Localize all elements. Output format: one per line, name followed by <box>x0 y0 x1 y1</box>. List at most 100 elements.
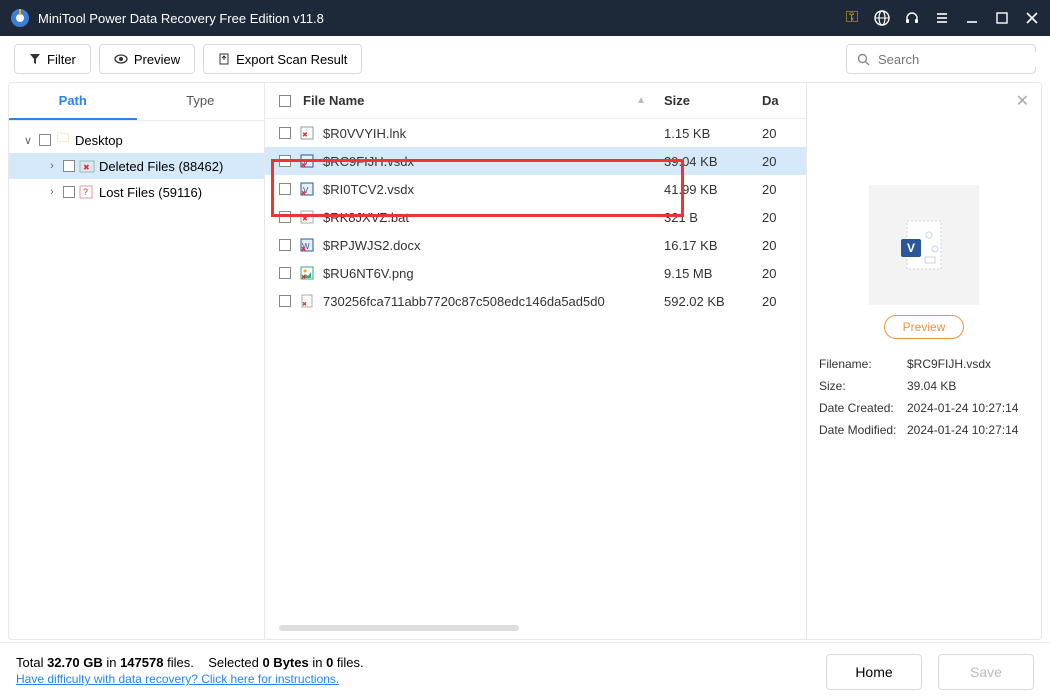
meta-modified-key: Date Modified: <box>819 423 907 437</box>
svg-text:✖: ✖ <box>301 246 306 252</box>
meta-modified-value: 2024-01-24 10:27:14 <box>907 423 1029 437</box>
eye-icon <box>114 53 128 65</box>
checkbox[interactable] <box>279 267 291 279</box>
file-size: 41.99 KB <box>664 182 762 197</box>
svg-text:?: ? <box>83 187 88 197</box>
column-date[interactable]: Da <box>762 93 792 108</box>
tree: ∨ 🗀 Desktop › ✖ Deleted Files (88462) › … <box>9 121 264 211</box>
tree-label: Lost Files (59116) <box>99 185 202 200</box>
search-input[interactable] <box>846 44 1036 74</box>
export-icon <box>218 53 230 65</box>
horizontal-scrollbar[interactable] <box>279 625 792 633</box>
toolbar: Filter Preview Export Scan Result <box>0 36 1050 82</box>
table-row[interactable]: ✖$RK8JXVZ.bat321 B20 <box>265 203 806 231</box>
svg-text:✖: ✖ <box>301 190 306 196</box>
checkbox[interactable] <box>279 295 291 307</box>
tree-label: Desktop <box>75 133 123 148</box>
maximize-icon[interactable] <box>994 10 1010 26</box>
file-name: $RPJWJS2.docx <box>323 238 421 253</box>
window-title: MiniTool Power Data Recovery Free Editio… <box>38 11 844 26</box>
checkbox[interactable] <box>39 134 51 146</box>
status-text: Total 32.70 GB in 147578 files. Selected… <box>16 655 364 670</box>
preview-button[interactable]: Preview <box>99 44 195 74</box>
tree-node-deleted[interactable]: › ✖ Deleted Files (88462) <box>9 153 264 179</box>
preview-panel: ✕ V Preview Filename:$RC9FIJH.vsdx Size:… <box>807 83 1041 639</box>
save-button[interactable]: Save <box>938 654 1034 690</box>
file-size: 321 B <box>664 210 762 225</box>
footer: Total 32.70 GB in 147578 files. Selected… <box>0 642 1050 700</box>
tree-node-desktop[interactable]: ∨ 🗀 Desktop <box>9 127 264 153</box>
close-icon[interactable] <box>1024 10 1040 26</box>
lost-folder-icon: ? <box>79 184 95 200</box>
table-row[interactable]: W✖$RPJWJS2.docx16.17 KB20 <box>265 231 806 259</box>
export-button[interactable]: Export Scan Result <box>203 44 362 74</box>
meta-created-value: 2024-01-24 10:27:14 <box>907 401 1029 415</box>
table-row[interactable]: ✖ $RU6NT6V.png 9.15 MB20 <box>265 259 806 287</box>
checkbox[interactable] <box>279 155 291 167</box>
preview-file-button[interactable]: Preview <box>884 315 965 339</box>
chevron-right-icon[interactable]: › <box>45 186 59 198</box>
svg-text:V: V <box>907 241 915 255</box>
sort-indicator-icon[interactable]: ▲ <box>636 95 646 106</box>
close-preview-icon[interactable]: ✕ <box>1016 91 1029 111</box>
table-row[interactable]: ✖730256fca711abb7720c87c508edc146da5ad5d… <box>265 287 806 315</box>
checkbox[interactable] <box>279 127 291 139</box>
file-date: 20 <box>762 182 792 197</box>
home-button[interactable]: Home <box>826 654 922 690</box>
headset-icon[interactable] <box>904 10 920 26</box>
file-size: 16.17 KB <box>664 238 762 253</box>
meta-size-value: 39.04 KB <box>907 379 1029 393</box>
column-size[interactable]: Size <box>664 93 762 108</box>
help-link[interactable]: Have difficulty with data recovery? Clic… <box>16 672 339 686</box>
checkbox[interactable] <box>63 160 75 172</box>
table-row[interactable]: V✖ $RI0TCV2.vsdx 41.99 KB20 <box>265 175 806 203</box>
funnel-icon <box>29 53 41 65</box>
column-name[interactable]: File Name <box>303 93 364 108</box>
tree-node-lost[interactable]: › ? Lost Files (59116) <box>9 179 264 205</box>
file-date: 20 <box>762 126 792 141</box>
file-date: 20 <box>762 154 792 169</box>
file-type-icon: V✖ <box>299 181 315 197</box>
file-name: $R0VVYIH.lnk <box>323 126 406 141</box>
globe-icon[interactable] <box>874 10 890 26</box>
file-size: 9.15 MB <box>664 266 762 281</box>
filter-label: Filter <box>47 52 76 67</box>
table-row[interactable]: ✖$R0VVYIH.lnk1.15 KB20 <box>265 119 806 147</box>
tab-path[interactable]: Path <box>9 83 137 120</box>
tree-label: Deleted Files (88462) <box>99 159 223 174</box>
svg-text:✖: ✖ <box>83 163 90 172</box>
file-date: 20 <box>762 238 792 253</box>
file-type-icon: ✖ <box>299 125 315 141</box>
checkbox[interactable] <box>63 186 75 198</box>
minimize-icon[interactable] <box>964 10 980 26</box>
preview-thumbnail: V <box>869 185 979 305</box>
checkbox[interactable] <box>279 211 291 223</box>
chevron-down-icon[interactable]: ∨ <box>21 134 35 147</box>
checkbox[interactable] <box>279 239 291 251</box>
preview-label: Preview <box>134 52 180 67</box>
folder-icon: 🗀 <box>55 132 71 148</box>
svg-text:✖: ✖ <box>302 301 307 308</box>
sidebar: Path Type ∨ 🗀 Desktop › ✖ Deleted Files … <box>9 83 265 639</box>
tab-type[interactable]: Type <box>137 83 265 120</box>
checkbox[interactable] <box>279 183 291 195</box>
filter-button[interactable]: Filter <box>14 44 91 74</box>
file-type-icon: ✖ <box>299 265 315 281</box>
meta-filename-value: $RC9FIJH.vsdx <box>907 357 1029 371</box>
svg-text:✖: ✖ <box>301 162 306 168</box>
select-all-checkbox[interactable] <box>279 95 291 107</box>
file-date: 20 <box>762 266 792 281</box>
key-icon[interactable]: ⚿ <box>844 10 860 26</box>
export-label: Export Scan Result <box>236 52 347 67</box>
file-name: $RU6NT6V.png <box>323 266 414 281</box>
search-field[interactable] <box>878 52 1050 67</box>
deleted-folder-icon: ✖ <box>79 158 95 174</box>
chevron-right-icon[interactable]: › <box>45 160 59 172</box>
file-date: 20 <box>762 294 792 309</box>
table-row[interactable]: V✖$RC9FIJH.vsdx39.04 KB20 <box>265 147 806 175</box>
menu-icon[interactable] <box>934 10 950 26</box>
search-icon <box>857 53 870 66</box>
file-name: $RI0TCV2.vsdx <box>323 182 414 197</box>
file-date: 20 <box>762 210 792 225</box>
file-size: 592.02 KB <box>664 294 762 309</box>
